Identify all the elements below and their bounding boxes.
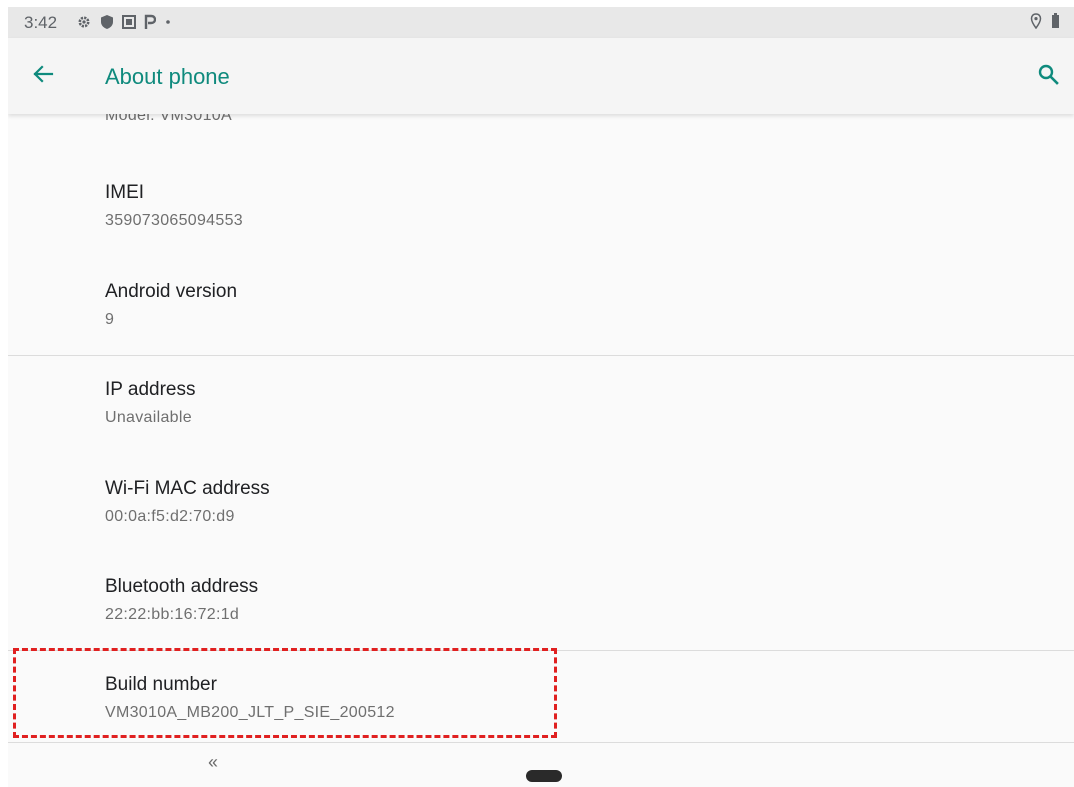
p-icon [144, 14, 156, 30]
pref-item-model[interactable]: Model: VM3010A [105, 114, 232, 127]
nav-back-button[interactable]: ‹‹ [208, 752, 218, 773]
location-icon [1030, 13, 1042, 34]
phone-screen: 3:42 About phone Model: VM3010A IMEI 359… [8, 7, 1074, 787]
section-divider [8, 355, 1074, 356]
home-pill-icon[interactable] [526, 770, 562, 782]
section-divider [8, 742, 1074, 743]
shield-icon [100, 14, 114, 30]
search-button[interactable] [1032, 60, 1064, 92]
pref-title: IP address [105, 379, 196, 400]
pref-item-android-version[interactable]: Android version 9 [105, 280, 237, 331]
pref-item-bluetooth[interactable]: Bluetooth address 22:22:bb:16:72:1d [105, 575, 258, 626]
pref-summary: 22:22:bb:16:72:1d [105, 606, 240, 623]
pref-summary: 00:0a:f5:d2:70:d9 [105, 508, 235, 525]
pref-summary: 359073065094553 [105, 212, 243, 229]
pref-summary: 9 [105, 311, 115, 328]
navigation-bar: ‹‹ [8, 744, 1074, 787]
dot-icon [164, 18, 172, 26]
cast-icon [122, 15, 136, 29]
build-number-highlight [13, 648, 557, 738]
pref-title: Wi-Fi MAC address [105, 478, 270, 499]
pref-item-wifi-mac[interactable]: Wi-Fi MAC address 00:0a:f5:d2:70:d9 [105, 477, 270, 528]
pref-title: Android version [105, 281, 238, 302]
pref-item-ip-address[interactable]: IP address Unavailable [105, 378, 195, 429]
pref-title: Bluetooth address [105, 576, 259, 597]
pref-summary: Model: VM3010A [105, 114, 232, 124]
status-notification-icons [76, 12, 172, 32]
pref-summary: Unavailable [105, 409, 192, 426]
status-time: 3:42 [24, 13, 58, 32]
about-phone-list[interactable]: Model: VM3010A IMEI 359073065094553 Andr… [8, 114, 1074, 744]
app-bar: About phone [8, 38, 1074, 114]
pref-item-imei[interactable]: IMEI 359073065094553 [105, 181, 243, 232]
battery-icon [1051, 13, 1060, 34]
pref-title: IMEI [105, 182, 145, 203]
arrow-back-icon [32, 63, 54, 90]
page-title: About phone [105, 64, 230, 89]
status-bar: 3:42 [8, 7, 1074, 38]
back-button[interactable] [27, 60, 59, 92]
gear-icon [76, 14, 92, 30]
search-icon [1037, 63, 1059, 90]
status-system-icons [1030, 13, 1060, 34]
